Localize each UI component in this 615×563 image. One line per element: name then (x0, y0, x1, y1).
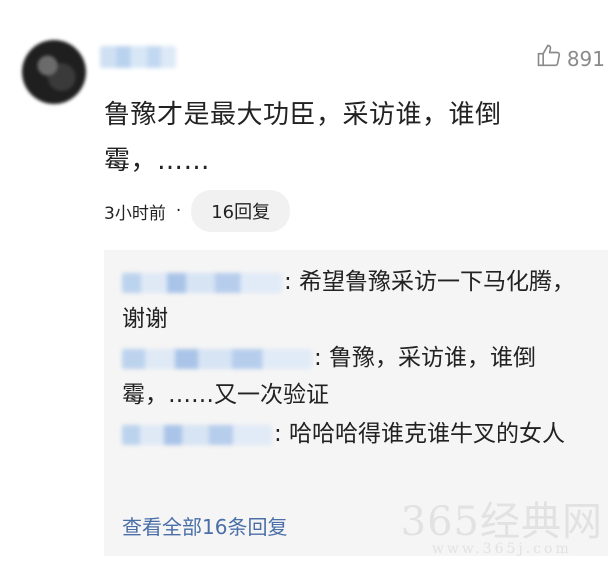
like-count: 891 (566, 46, 605, 71)
reply-username-redacted[interactable] (122, 348, 312, 369)
username-redacted[interactable] (100, 46, 176, 68)
avatar[interactable] (22, 40, 86, 104)
like-button[interactable]: 891 (535, 42, 605, 75)
watermark-main: 365经典网 (400, 499, 603, 545)
watermark: 365经典网 www.365j.com (401, 489, 603, 557)
comment-text: 鲁豫才是最大功臣，采访谁，谁倒霉，…… (104, 100, 502, 176)
thumbs-up-icon (535, 42, 563, 75)
reply-username-redacted[interactable] (122, 272, 282, 293)
list-item[interactable]: : 鲁豫，采访谁，谁倒霉，……又一次验证 (122, 340, 590, 414)
list-item[interactable]: : 希望鲁豫采访一下马化腾，谢谢 (122, 264, 590, 338)
reply-count-button[interactable]: 16回复 (191, 190, 291, 232)
reply-text: : 哈哈哈得谁克谁牛叉的女人 (274, 421, 566, 447)
view-all-replies-link[interactable]: 查看全部16条回复 (122, 511, 287, 540)
comment-meta: 3小时前 · 16回复 (104, 190, 291, 232)
list-item[interactable]: : 哈哈哈得谁克谁牛叉的女人 (122, 416, 590, 453)
comment-time: 3小时前 (104, 203, 166, 224)
separator-dot: · (175, 201, 182, 221)
reply-username-redacted[interactable] (122, 424, 272, 445)
